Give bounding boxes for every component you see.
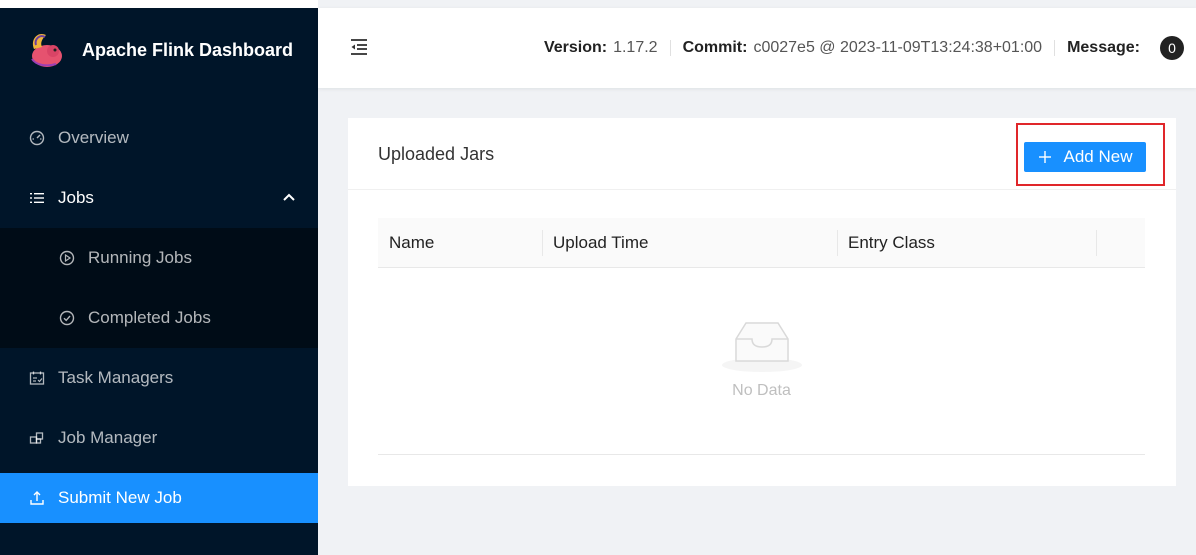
sidebar-item-label: Jobs xyxy=(58,188,94,207)
column-header-name[interactable]: Name xyxy=(389,218,434,268)
sidebar-item-jobs[interactable]: Jobs xyxy=(0,173,318,223)
build-icon xyxy=(28,429,46,447)
sidebar-item-label: Task Managers xyxy=(58,368,174,387)
sidebar-item-submit-new-job[interactable]: Submit New Job xyxy=(0,473,318,523)
sidebar-item-completed-jobs[interactable]: Completed Jobs xyxy=(0,293,318,343)
chevron-up-icon[interactable] xyxy=(282,190,296,204)
app-title: Apache Flink Dashboard xyxy=(82,39,294,60)
sidebar-item-label: Job Manager xyxy=(58,428,158,447)
divider xyxy=(1054,40,1056,56)
header-info: Version: 1.17.2 Commit: c0027e5 @ 2023-1… xyxy=(544,8,1184,88)
logo[interactable]: Apache Flink Dashboard xyxy=(0,8,318,92)
play-circle-icon xyxy=(58,249,76,267)
version-label: Version: xyxy=(543,39,608,56)
message-count-badge[interactable]: 0 xyxy=(1160,36,1184,60)
uploaded-jars-card: Uploaded Jars Add New Name Upload Time E… xyxy=(348,118,1176,486)
commit-label: Commit: xyxy=(682,39,748,56)
column-divider xyxy=(837,230,838,256)
jars-table: Name Upload Time Entry Class No Data xyxy=(378,218,1145,455)
upload-icon xyxy=(28,489,46,507)
sidebar-item-label: Overview xyxy=(58,128,129,147)
column-header-upload-time[interactable]: Upload Time xyxy=(553,218,648,268)
sidebar-item-overview[interactable]: Overview xyxy=(0,113,318,163)
add-new-label: Add New xyxy=(1063,147,1133,166)
sidebar-item-running-jobs[interactable]: Running Jobs xyxy=(0,233,318,283)
sidebar-item-job-manager[interactable]: Job Manager xyxy=(0,413,318,463)
message-label[interactable]: Message: xyxy=(1067,39,1140,57)
sidebar-item-label: Completed Jobs xyxy=(88,308,211,327)
schedule-icon xyxy=(28,369,46,387)
column-divider xyxy=(542,230,543,256)
card-header: Uploaded Jars Add New xyxy=(348,118,1176,190)
empty-state: No Data xyxy=(378,268,1145,455)
table-header: Name Upload Time Entry Class xyxy=(378,218,1145,268)
top-header: Version: 1.17.2 Commit: c0027e5 @ 2023-1… xyxy=(318,8,1196,88)
sidebar-item-label: Running Jobs xyxy=(88,248,192,267)
column-header-entry-class[interactable]: Entry Class xyxy=(848,218,935,268)
empty-inbox-icon xyxy=(722,322,802,372)
divider xyxy=(669,40,671,56)
sidebar-item-label: Submit New Job xyxy=(58,488,182,507)
check-circle-icon xyxy=(58,309,76,327)
list-icon xyxy=(28,189,46,207)
plus-icon xyxy=(1038,151,1051,163)
top-strip xyxy=(0,0,318,8)
menu-fold-icon[interactable] xyxy=(348,36,370,58)
card-title: Uploaded Jars xyxy=(378,144,495,164)
column-divider xyxy=(1096,230,1097,256)
flink-squirrel-icon xyxy=(31,33,62,67)
sidebar-item-task-managers[interactable]: Task Managers xyxy=(0,353,318,403)
version-value: 1.17.2 xyxy=(613,39,658,56)
empty-text: No Data xyxy=(732,382,791,399)
commit-value: c0027e5 @ 2023-11-09T13:24:38+01:00 xyxy=(753,39,1043,56)
add-new-button[interactable]: Add New xyxy=(1024,142,1146,172)
dashboard-icon xyxy=(28,129,46,147)
